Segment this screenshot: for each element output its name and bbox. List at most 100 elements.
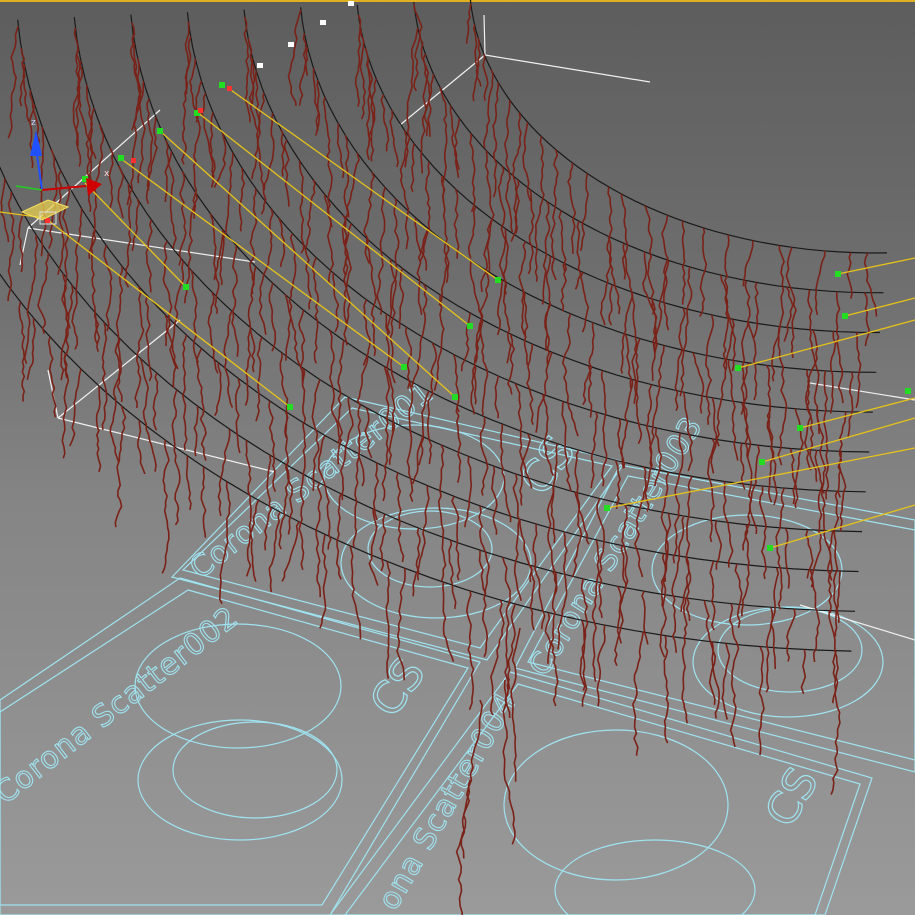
vine-strand: [219, 152, 234, 286]
vine-strand: [48, 148, 58, 249]
vine-strand: [134, 286, 145, 409]
vine-strand: [263, 112, 275, 191]
spline-arc[interactable]: [243, 9, 873, 413]
vine-strand: [103, 245, 113, 332]
x-axis-label: x: [104, 169, 110, 179]
vine-strand: [193, 406, 199, 457]
vine-strand: [238, 167, 246, 232]
vine-strand: [217, 429, 231, 517]
vine-strand: [679, 266, 693, 397]
vine-strand: [332, 272, 340, 333]
vine-strand: [734, 563, 743, 629]
vine-strand: [653, 260, 670, 353]
vine-strand: [692, 352, 705, 414]
vine-strand: [510, 179, 520, 242]
vine-strand: [863, 292, 870, 347]
vine-strand: [319, 534, 328, 629]
vine-strand: [483, 69, 494, 149]
vine-strand: [7, 25, 20, 139]
vine-strand: [433, 294, 445, 391]
vine-strand: [550, 149, 559, 281]
vine-strand: [280, 129, 285, 177]
vine-strand: [814, 250, 826, 315]
vine-strand: [298, 160, 305, 254]
vine-strand: [492, 82, 499, 198]
vine-strand: [511, 112, 522, 234]
vine-strand: [847, 371, 854, 437]
vine-strand: [7, 191, 16, 302]
scatter-logo-003: CS: [755, 759, 828, 835]
vine-strand: [829, 331, 837, 414]
vine-strand: [57, 170, 65, 275]
perspective-viewport[interactable]: Corona Scatter001 CS Corona Scatter002 C…: [0, 0, 915, 915]
vine-strand: [562, 313, 579, 437]
vine-strand: [181, 21, 190, 165]
vine-strand: [169, 260, 185, 389]
vine-strand: [705, 314, 714, 425]
vine-strand: [580, 271, 589, 333]
vine-strand: [200, 466, 207, 538]
vine-strand: [131, 198, 140, 251]
vine-strand: [18, 301, 26, 402]
scene-canvas[interactable]: Corona Scatter001 CS Corona Scatter002 C…: [0, 0, 915, 915]
vine-strand: [354, 14, 362, 107]
vine-strand: [196, 348, 207, 461]
scatter-label-002: Corona Scatter002: [0, 600, 245, 812]
vine-strand: [171, 389, 181, 526]
vine-strand: [721, 643, 731, 720]
x-axis-line: [41, 185, 87, 191]
vine-strand: [608, 284, 614, 326]
vine-strand: [283, 139, 290, 207]
vine-strand: [765, 567, 780, 693]
vine-strand: [0, 178, 10, 243]
vine-strand: [145, 219, 153, 293]
vine-strand: [614, 460, 621, 509]
vine-strand: [137, 420, 146, 475]
vine-strand: [185, 455, 192, 511]
y-axis-line: [15, 185, 43, 191]
vine-strand: [846, 252, 853, 299]
vine-strand: [419, 161, 431, 262]
vine-strand: [453, 188, 460, 259]
vine-strand: [574, 220, 582, 290]
vine-strand: [527, 189, 535, 275]
vine-strand: [742, 240, 754, 287]
vine-strand: [681, 220, 686, 305]
vine-strand: [249, 188, 258, 294]
vine-strand: [784, 528, 790, 589]
vine-strand: [366, 58, 372, 141]
vine-strand: [830, 650, 841, 795]
vine-strand: [441, 175, 450, 283]
spline-arc[interactable]: [356, 4, 880, 334]
vine-strand: [786, 608, 796, 662]
vine-strand: [268, 400, 277, 492]
vine-strand: [213, 133, 227, 188]
vine-strand: [28, 104, 36, 169]
vine-strand: [590, 411, 599, 489]
vine-strand: [365, 238, 377, 357]
vine-strand: [448, 539, 457, 610]
vine-strand: [800, 649, 807, 694]
vine-strand: [190, 269, 200, 363]
vine-strand: [114, 405, 127, 528]
spline-arc[interactable]: [17, 19, 859, 573]
vine-strand: [771, 245, 785, 382]
vine-strand: [699, 227, 708, 317]
vine-strand: [783, 286, 794, 342]
vine-strand: [775, 487, 785, 610]
vine-strand: [281, 521, 300, 582]
vine-strand: [109, 338, 122, 464]
vine-strand: [758, 646, 765, 756]
vine-strand: [442, 582, 455, 662]
vine-strand: [534, 136, 545, 282]
vine-strand: [414, 217, 423, 316]
vine-strand: [136, 57, 146, 184]
spline-handles[interactable]: [82, 82, 911, 551]
target-lines: [0, 87, 915, 549]
vine-strand: [579, 173, 589, 251]
vine-strand: [268, 283, 276, 352]
vine-strand: [777, 326, 788, 466]
vine-strand: [707, 438, 716, 543]
vine-strand: [231, 245, 239, 357]
z-axis-label: z: [31, 118, 36, 128]
